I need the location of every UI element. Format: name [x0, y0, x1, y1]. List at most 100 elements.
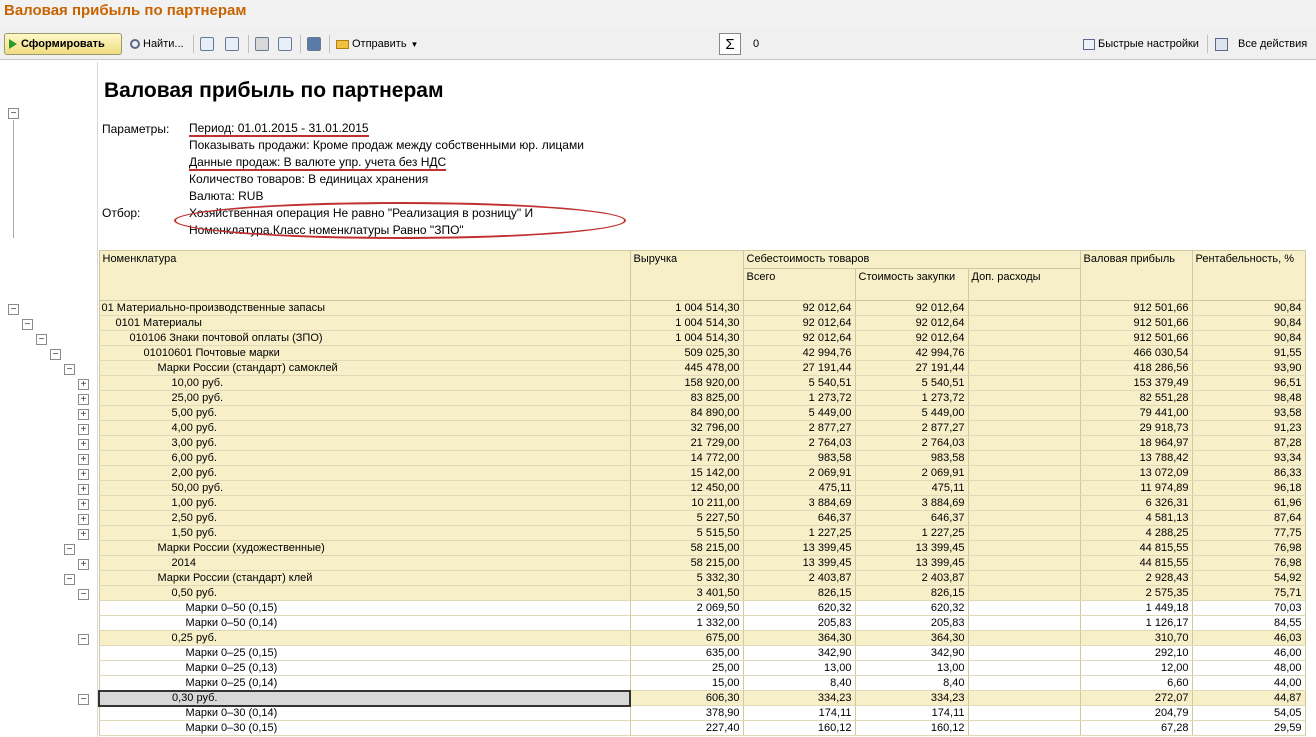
cell-gross-profit: 4 581,13 [1079, 510, 1193, 526]
cell-revenue: 58 215,00 [629, 555, 744, 571]
cell-cost-total: 13,00 [742, 660, 856, 676]
collapse-row-icon[interactable]: − [78, 694, 89, 705]
expand-row-icon[interactable]: + [78, 514, 89, 525]
collapse-header-icon[interactable]: − [8, 108, 19, 119]
table-row[interactable]: 0,30 руб. 606,30 334,23 334,23 272,07 44,87 [98, 689, 1306, 707]
find-button[interactable]: Найти... [130, 33, 184, 55]
cell-profitability: 46,00 [1191, 645, 1306, 661]
table-row[interactable]: Марки России (стандарт) самоклей 445 478,… [98, 360, 1306, 376]
report-table: Номенклатура Выручка Себестоимость товар… [98, 250, 1306, 736]
cell-gross-profit: 1 126,17 [1079, 615, 1193, 631]
table-row[interactable]: Марки 0–50 (0,15) 2 069,50 620,32 620,32 1 4… [98, 600, 1306, 616]
table-row[interactable]: Марки России (стандарт) клей 5 332,30 2 40… [98, 570, 1306, 586]
cell-revenue: 1 004 514,30 [629, 300, 744, 316]
table-row[interactable]: 6,00 руб. 14 772,00 983,58 983,58 13 788,42 9… [98, 450, 1306, 466]
cell-revenue: 25,00 [629, 660, 744, 676]
table-row[interactable]: Марки 0–50 (0,14) 1 332,00 205,83 205,83 1 1… [98, 615, 1306, 631]
form-report-label: Сформировать [21, 38, 105, 50]
window-title-bar: Валовая прибыль по партнерам [0, 0, 1316, 28]
table-row[interactable]: 1,50 руб. 5 515,50 1 227,25 1 227,25 4 288,2… [98, 525, 1306, 541]
collapse-row-icon[interactable]: − [50, 349, 61, 360]
expand-row-icon[interactable]: + [78, 484, 89, 495]
all-actions-label: Все действия [1238, 38, 1308, 50]
send-label: Отправить [352, 38, 407, 50]
cell-profitability: 90,84 [1191, 315, 1306, 331]
table-row[interactable]: 5,00 руб. 84 890,00 5 449,00 5 449,00 79 441… [98, 405, 1306, 421]
preview-button[interactable] [278, 33, 292, 55]
report-title: Валовая прибыль по партнерам [104, 79, 444, 102]
collapse-row-icon[interactable]: − [78, 634, 89, 645]
table-row[interactable]: 3,00 руб. 21 729,00 2 764,03 2 764,03 18 964… [98, 435, 1306, 451]
collapse-row-icon[interactable]: − [64, 544, 75, 555]
expand-row-icon[interactable]: + [78, 424, 89, 435]
table-row[interactable]: Марки 0–30 (0,15) 227,40 160,12 160,12 67,28… [98, 720, 1306, 736]
expand-row-icon[interactable]: + [78, 409, 89, 420]
cell-cost-total: 1 273,72 [742, 390, 856, 406]
table-row[interactable]: 10,00 руб. 158 920,00 5 540,51 5 540,51 153 … [98, 375, 1306, 391]
table-row[interactable]: 01 Материально-производственные запасы 1 … [98, 300, 1306, 316]
table-row[interactable]: 50,00 руб. 12 450,00 475,11 475,11 11 974,89… [98, 480, 1306, 496]
cell-gross-profit: 18 964,97 [1079, 435, 1193, 451]
cell-cost-total: 2 069,91 [742, 465, 856, 481]
table-row[interactable]: 2,00 руб. 15 142,00 2 069,91 2 069,91 13 072… [98, 465, 1306, 481]
quick-settings-button[interactable]: Быстрые настройки [1083, 33, 1199, 55]
chevron-down-icon: ▼ [410, 39, 419, 49]
table-row[interactable]: 4,00 руб. 32 796,00 2 877,27 2 877,27 29 918… [98, 420, 1306, 436]
expand-row-icon[interactable]: + [78, 394, 89, 405]
cell-cost-purchase: 160,12 [854, 720, 969, 736]
table-row[interactable]: 010106 Знаки почтовой оплаты (ЗПО) 1 004 … [98, 330, 1306, 346]
table-row[interactable]: 0,50 руб. 3 401,50 826,15 826,15 2 575,35 75,… [98, 585, 1306, 601]
sum-value: 0 [753, 38, 760, 50]
cell-cost-purchase: 3 884,69 [854, 495, 969, 511]
table-row[interactable]: Марки 0–30 (0,14) 378,90 174,11 174,11 204,7… [98, 705, 1306, 721]
table-row[interactable]: 1,00 руб. 10 211,00 3 884,69 3 884,69 6 326,… [98, 495, 1306, 511]
save-button[interactable] [307, 33, 321, 55]
cell-cost-total: 983,58 [742, 450, 856, 466]
expand-row-icon[interactable]: + [78, 439, 89, 450]
print-button[interactable] [255, 33, 269, 55]
collapse-row-icon[interactable]: − [36, 334, 47, 345]
table-row[interactable]: 2,50 руб. 5 227,50 646,37 646,37 4 581,13 87,… [98, 510, 1306, 526]
cell-cost-total: 2 403,87 [742, 570, 856, 586]
sum-button[interactable]: Σ [719, 33, 741, 55]
table-row[interactable]: 01010601 Почтовые марки 509 025,30 42 994,… [98, 345, 1306, 361]
table-row[interactable]: 2014 58 215,00 13 399,45 13 399,45 44 815,55… [98, 555, 1306, 571]
form-report-button[interactable]: Сформировать [4, 33, 122, 55]
table-row[interactable]: 0101 Материалы 1 004 514,30 92 012,64 92 01… [98, 315, 1306, 331]
table-row[interactable]: 25,00 руб. 83 825,00 1 273,72 1 273,72 82 55… [98, 390, 1306, 406]
cell-cost-purchase: 13 399,45 [854, 540, 969, 556]
collapse-row-icon[interactable]: − [64, 574, 75, 585]
cell-profitability: 87,28 [1191, 435, 1306, 451]
expand-row-icon[interactable]: + [78, 469, 89, 480]
expand-row-icon[interactable]: + [78, 559, 89, 570]
collapse-row-icon[interactable]: − [22, 319, 33, 330]
table-row[interactable]: Марки 0–25 (0,15) 635,00 342,90 342,90 292,1… [98, 645, 1306, 661]
cell-cost-purchase: 5 540,51 [854, 375, 969, 391]
table-row[interactable]: Марки 0–25 (0,14) 15,00 8,40 8,40 6,60 44,00 [98, 675, 1306, 691]
expand-groups-button[interactable] [200, 33, 214, 55]
cell-cost-extra [967, 480, 1081, 496]
cell-revenue: 12 450,00 [629, 480, 744, 496]
tree-guide-line [13, 120, 14, 238]
cell-cost-purchase: 2 764,03 [854, 435, 969, 451]
expand-row-icon[interactable]: + [78, 499, 89, 510]
cell-gross-profit: 912 501,66 [1079, 330, 1193, 346]
table-row[interactable]: Марки России (художественные) 58 215,00 13… [98, 540, 1306, 556]
cell-name: Марки 0–50 (0,14) [98, 615, 631, 631]
cell-cost-purchase: 27 191,44 [854, 360, 969, 376]
cell-revenue: 635,00 [629, 645, 744, 661]
table-row[interactable]: Марки 0–25 (0,13) 25,00 13,00 13,00 12,00 48,… [98, 660, 1306, 676]
expand-row-icon[interactable]: + [78, 454, 89, 465]
expand-row-icon[interactable]: + [78, 379, 89, 390]
cell-gross-profit: 6 326,31 [1079, 495, 1193, 511]
collapse-row-icon[interactable]: − [8, 304, 19, 315]
send-button[interactable]: Отправить ▼ [336, 33, 418, 55]
collapse-row-icon[interactable]: − [64, 364, 75, 375]
all-actions-button[interactable]: Все действия [1215, 33, 1307, 55]
cell-cost-extra [967, 615, 1081, 631]
collapse-row-icon[interactable]: − [78, 589, 89, 600]
table-row[interactable]: 0,25 руб. 675,00 364,30 364,30 310,70 46,03 [98, 630, 1306, 646]
collapse-groups-button[interactable] [225, 33, 239, 55]
expand-row-icon[interactable]: + [78, 529, 89, 540]
cell-profitability: 75,71 [1191, 585, 1306, 601]
